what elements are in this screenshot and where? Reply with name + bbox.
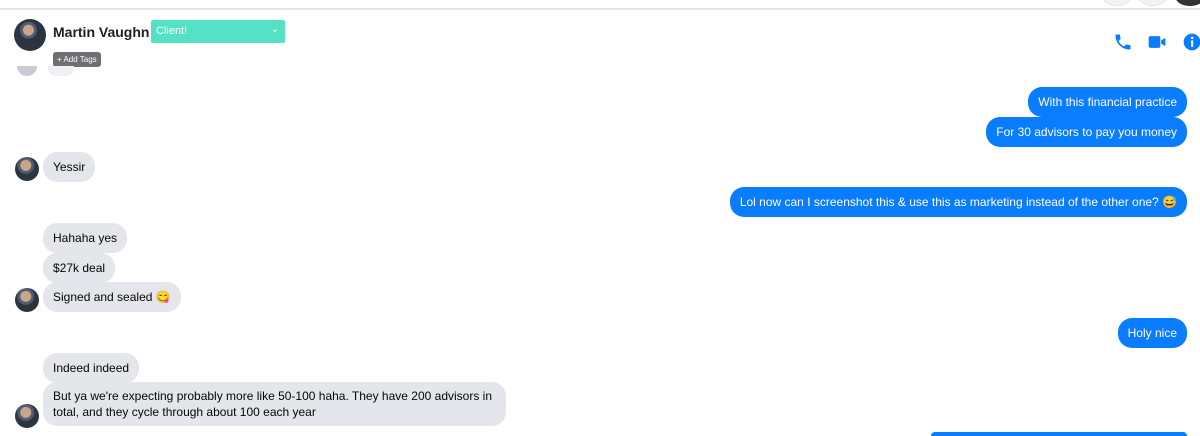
chevron-down-icon: ⌄	[270, 24, 279, 35]
add-tags-button[interactable]: + Add Tags	[53, 52, 101, 67]
phone-icon[interactable]	[1113, 32, 1133, 52]
contact-avatar[interactable]	[14, 19, 46, 51]
user-avatar[interactable]	[1176, 0, 1200, 6]
tag-select[interactable]: Client! ⌄	[151, 20, 285, 43]
incoming-message[interactable]: Yessir	[43, 152, 96, 182]
contact-name[interactable]: Martin Vaughn	[53, 24, 149, 40]
incoming-message[interactable]: Indeed indeed	[43, 353, 140, 383]
outgoing-message[interactable]: Holy nice	[1117, 318, 1187, 348]
outgoing-message[interactable]: With this financial practice	[1028, 87, 1187, 117]
top-toolbar-button[interactable]	[1102, 0, 1132, 6]
incoming-message[interactable]: Hahaha yes	[43, 223, 128, 253]
tag-select-value: Client!	[156, 25, 188, 37]
contact-avatar-small[interactable]	[15, 288, 39, 312]
info-icon[interactable]	[1182, 32, 1200, 52]
contact-avatar-small[interactable]	[15, 157, 39, 181]
partial-message	[48, 66, 74, 76]
incoming-message[interactable]: $27k deal	[43, 253, 116, 283]
conversation-header: Martin Vaughn Client! ⌄ + Add Tags	[0, 10, 1200, 74]
partial-avatar	[17, 66, 37, 76]
incoming-message[interactable]: Signed and sealed 😋	[43, 282, 181, 312]
outgoing-message-partial[interactable]	[931, 432, 1187, 436]
outgoing-message[interactable]: For 30 advisors to pay you money	[986, 117, 1187, 147]
incoming-message[interactable]: But ya we're expecting probably more lik…	[43, 382, 506, 426]
top-toolbar-button[interactable]	[1138, 0, 1168, 6]
video-icon[interactable]	[1147, 32, 1167, 52]
outgoing-message[interactable]: Lol now can I screenshot this & use this…	[729, 187, 1187, 217]
contact-avatar-small[interactable]	[15, 404, 39, 428]
